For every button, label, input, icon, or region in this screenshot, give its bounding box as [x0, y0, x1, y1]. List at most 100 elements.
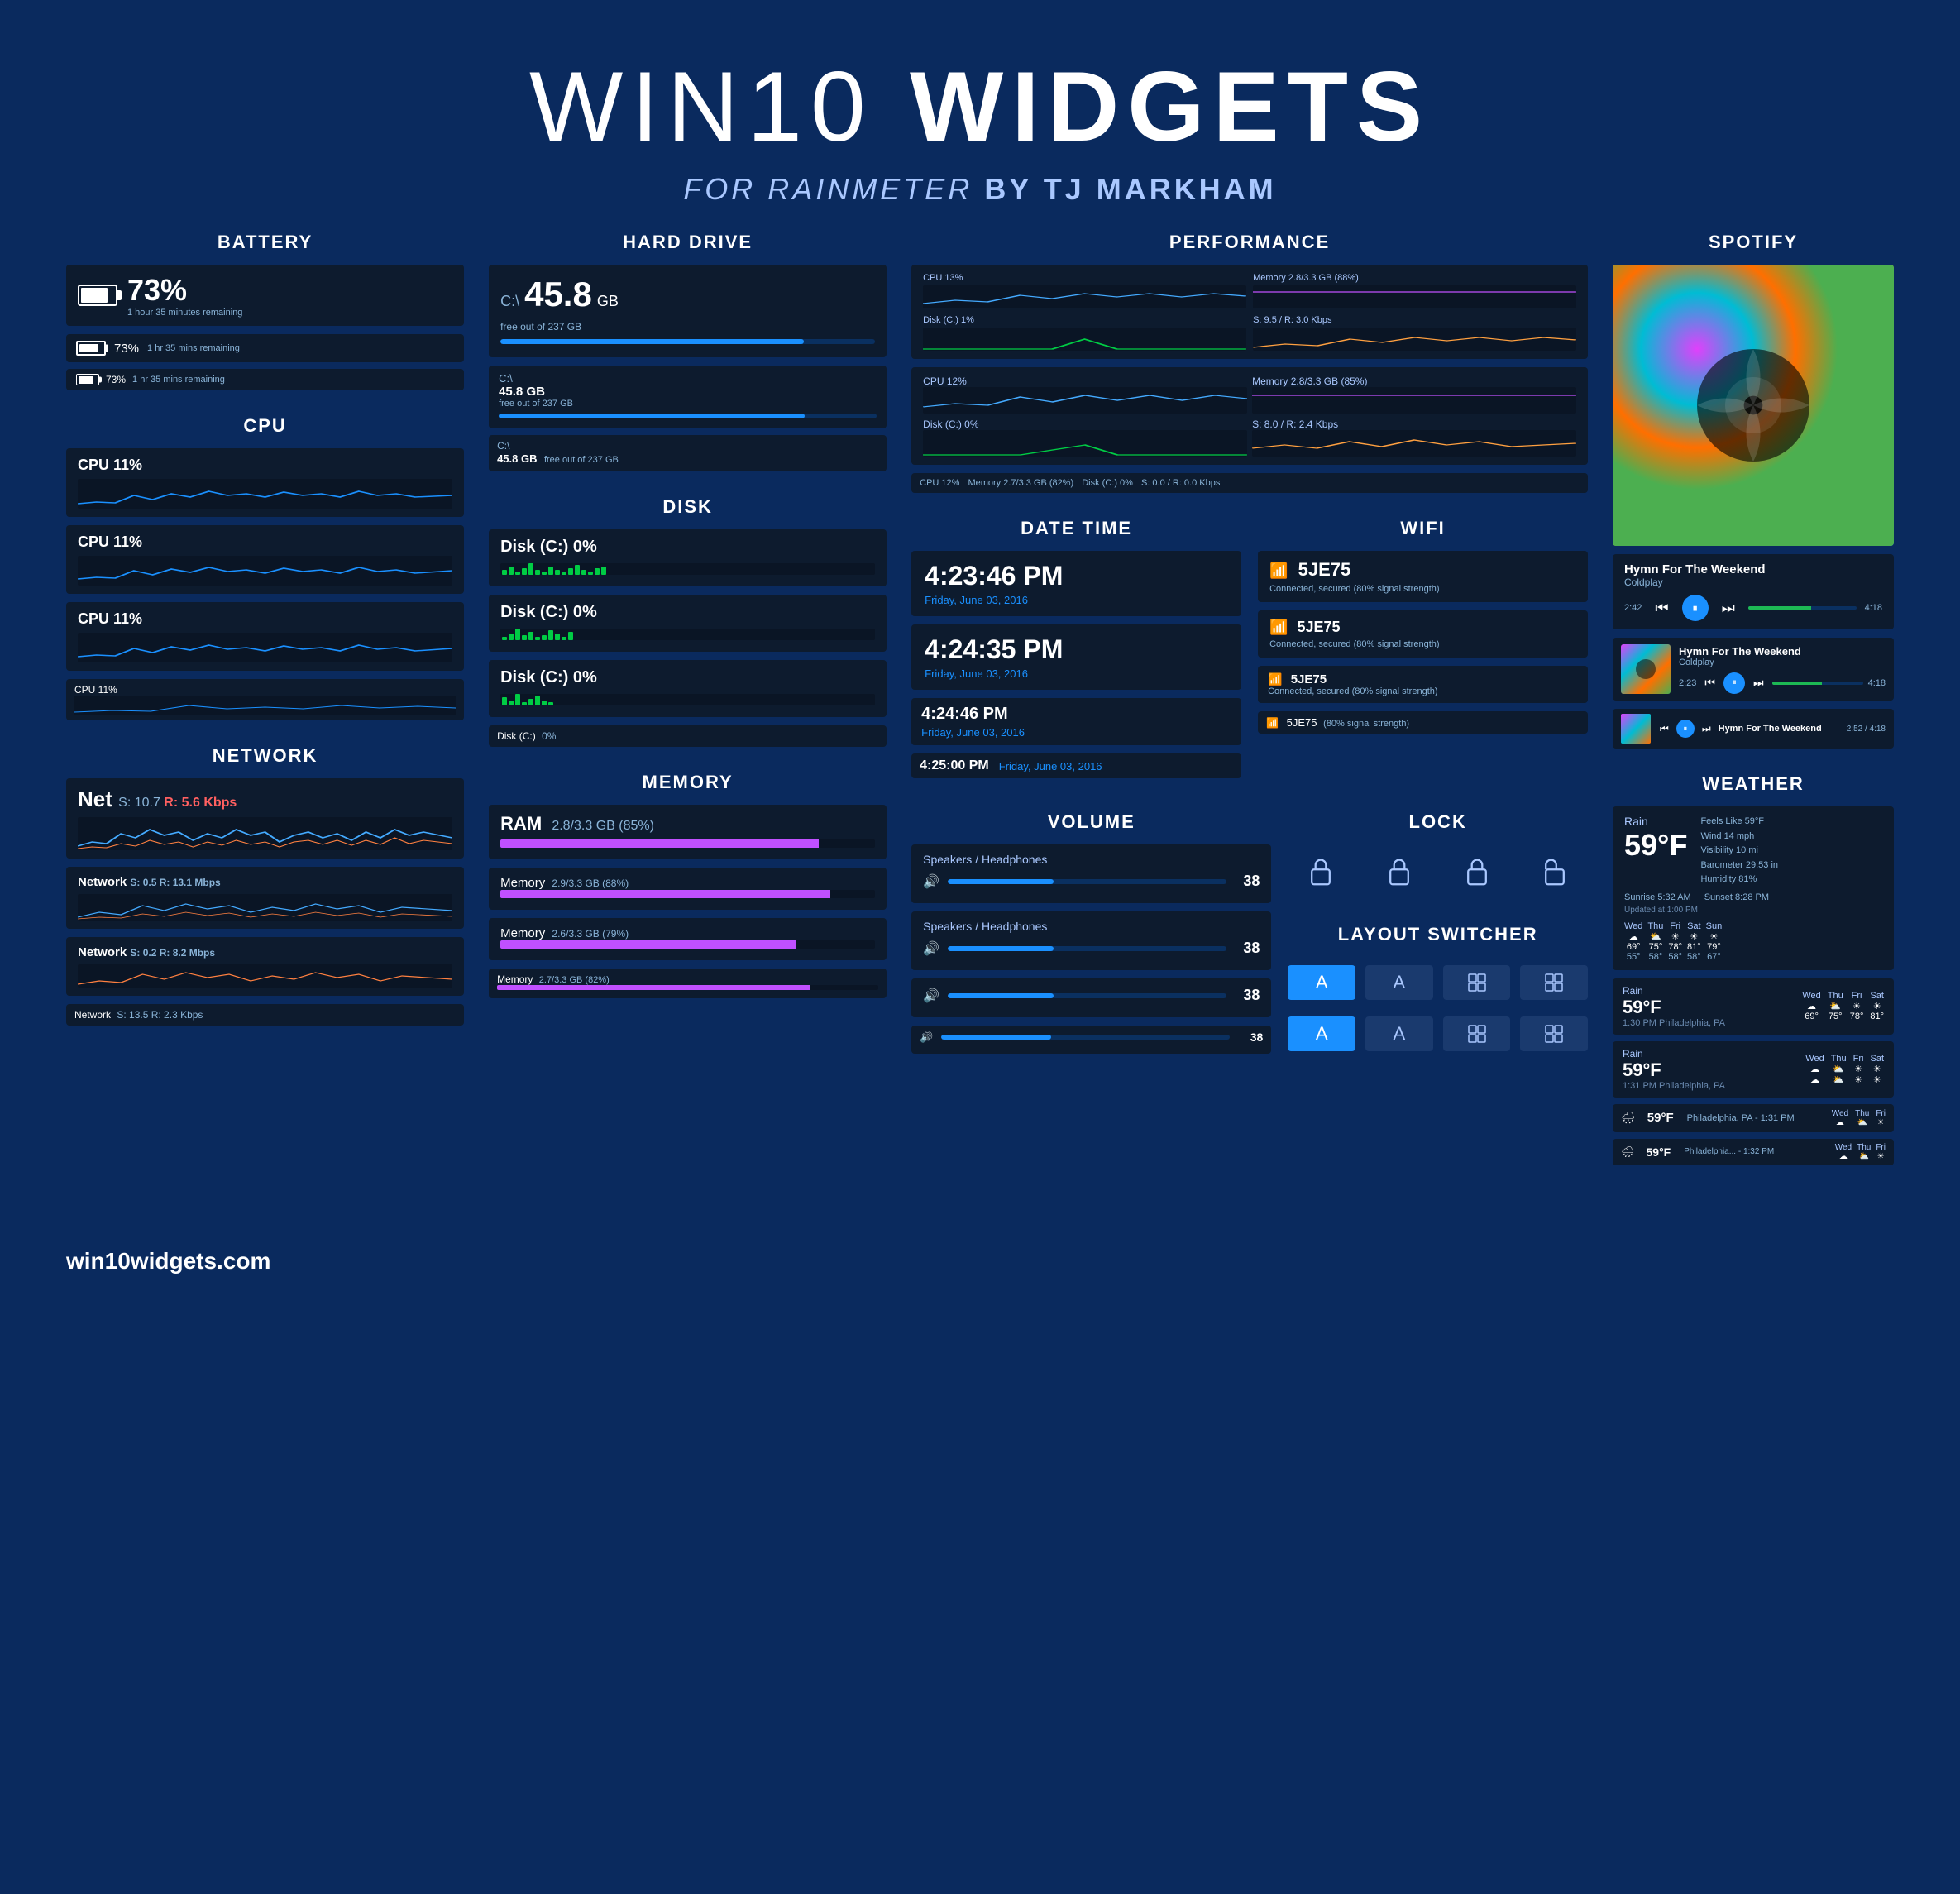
- spotify-prev-1[interactable]: ⏮: [1650, 598, 1673, 619]
- lock-grid: [1288, 844, 1588, 899]
- wifi-ssid-4: 📶 5JE75 (80% signal strength): [1266, 716, 1580, 729]
- dt-box-1: 4:23:46 PM Friday, June 03, 2016: [911, 551, 1241, 616]
- battery-icon-large: [78, 285, 117, 306]
- hd-size-large: 45.8: [524, 275, 592, 314]
- weather-box-4: 🌧 59°F Philadelphia, PA - 1:31 PM Wed☁ T…: [1613, 1104, 1894, 1132]
- spotify-title: SPOTIFY: [1613, 232, 1894, 253]
- vol-box-3: 🔊 38: [911, 978, 1271, 1017]
- layout-icon-3[interactable]: [1443, 965, 1511, 1000]
- vol-box-4: 🔊 38: [911, 1026, 1271, 1054]
- mem-label-4: Memory 2.7/3.3 GB (82%): [497, 973, 878, 985]
- weather-temp-2: 59°F: [1623, 997, 1725, 1018]
- spotify-time2-cur: 2:23: [1679, 678, 1696, 688]
- spotify-prev-2[interactable]: ⏮: [1701, 675, 1719, 691]
- weather-title: WEATHER: [1613, 773, 1894, 795]
- disk-label-4: Disk (C:) 0%: [497, 730, 878, 742]
- wifi-info-1: Connected, secured (80% signal strength): [1269, 584, 1576, 594]
- mem-label-2: Memory 2.9/3.3 GB (88%): [500, 876, 875, 890]
- dt-date-3: Friday, June 03, 2016: [921, 726, 1231, 739]
- disk-label-1: Disk (C:) 0%: [500, 538, 875, 557]
- wifi-icon-2: 📶: [1269, 619, 1288, 636]
- cpu-box-2: CPU 11%: [66, 525, 464, 594]
- spotify-play-3[interactable]: ⏸: [1676, 720, 1695, 738]
- spotify-album-sm: [1621, 644, 1671, 694]
- layout-icon-8[interactable]: [1520, 1016, 1588, 1051]
- disk-box-2: Disk (C:) 0%: [489, 595, 887, 652]
- col-4: SPOTIFY: [1613, 232, 1894, 1190]
- spotify-play-2[interactable]: ⏸: [1723, 672, 1745, 694]
- spotify-next-3[interactable]: ⏭: [1699, 722, 1714, 736]
- layout-icon-7[interactable]: [1443, 1016, 1511, 1051]
- weather-temp-3: 59°F: [1623, 1059, 1725, 1081]
- vol-slider-2[interactable]: [948, 946, 1226, 951]
- spotify-next-1[interactable]: ⏭: [1717, 598, 1740, 619]
- dt-time-3: 4:24:46 PM: [921, 705, 1231, 724]
- spotify-song-3: Hymn For The Weekend: [1719, 724, 1842, 734]
- disk-box-3: Disk (C:) 0%: [489, 660, 887, 717]
- layout-icon-4[interactable]: [1520, 965, 1588, 1000]
- network-box-3: Network S: 0.2 R: 8.2 Mbps: [66, 937, 464, 996]
- main-content: BATTERY 73% 1 hour 35 minutes remaining …: [0, 232, 1960, 1223]
- vol-num-4: 38: [1238, 1031, 1263, 1044]
- perf-box-2: CPU 12% Memory 2.8/3.3 GB (85%): [911, 367, 1588, 465]
- vol-slider-4[interactable]: [941, 1035, 1230, 1040]
- spotify-album-art-large: [1613, 265, 1894, 546]
- lock-icon-1[interactable]: [1288, 853, 1354, 891]
- battery-pct-large: 73%: [127, 273, 187, 307]
- wifi-icon-1: 📶: [1269, 562, 1288, 580]
- datetime-section: DATE TIME 4:23:46 PM Friday, June 03, 20…: [911, 518, 1588, 787]
- disk-box-1: Disk (C:) 0%: [489, 529, 887, 586]
- disk-label-3: Disk (C:) 0%: [500, 668, 875, 687]
- spotify-next-2[interactable]: ⏭: [1750, 675, 1767, 691]
- cpu-box-3: CPU 11%: [66, 602, 464, 671]
- spotify-song-2: Hymn For The Weekend: [1679, 645, 1886, 658]
- layout-icon-1[interactable]: A: [1288, 965, 1355, 1000]
- spotify-prev-3[interactable]: ⏮: [1657, 722, 1671, 736]
- layout-icon-6[interactable]: A: [1365, 1016, 1433, 1051]
- disk-bar-2: [500, 629, 875, 640]
- layout-icon-2[interactable]: A: [1365, 965, 1433, 1000]
- wifi-info-2: Connected, secured (80% signal strength): [1269, 639, 1576, 649]
- hd-bar: [500, 339, 875, 344]
- vol-slider-1[interactable]: [948, 879, 1226, 884]
- battery-pct-sm: 73%: [106, 374, 126, 385]
- cpu-box-4: CPU 11%: [66, 679, 464, 720]
- mem-box-4: Memory 2.7/3.3 GB (82%): [489, 969, 887, 998]
- wifi-box-1: 📶 5JE75 Connected, secured (80% signal s…: [1258, 551, 1588, 602]
- perf-cpu-1: CPU 13%: [923, 273, 1246, 308]
- vol-slider-3[interactable]: [948, 993, 1226, 998]
- main-title: WIN10 WIDGETS: [0, 50, 1960, 164]
- spotify-section: SPOTIFY: [1613, 232, 1894, 749]
- datetime-title: DATE TIME: [911, 518, 1241, 539]
- wifi-ssid-1: 📶 5JE75: [1269, 559, 1576, 581]
- weather-temp-1: 59°F: [1624, 828, 1687, 863]
- cpu-label-4: CPU 11%: [74, 684, 456, 696]
- weather-temp-4: 59°F: [1647, 1111, 1674, 1125]
- spotify-time-cur-1: 2:42: [1624, 603, 1642, 613]
- perf-net-1: S: 9.5 / R: 3.0 Kbps: [1253, 315, 1576, 351]
- lock-icon-4[interactable]: [1522, 853, 1588, 891]
- vol-row-2: 🔊 38: [923, 940, 1260, 957]
- header: WIN10 WIDGETS FOR RAINMETER BY TJ MARKHA…: [0, 0, 1960, 232]
- vol-num-1: 38: [1235, 873, 1260, 890]
- dt-date-4: Friday, June 03, 2016: [999, 760, 1102, 772]
- perf-box-3: CPU 12% Memory 2.7/3.3 GB (82%) Disk (C:…: [911, 473, 1588, 493]
- battery-info-sm: 1 hr 35 mins remaining: [132, 375, 225, 385]
- spotify-play-1[interactable]: ⏸: [1682, 595, 1709, 621]
- mem-bar-1: [500, 839, 875, 848]
- lock-icon-2[interactable]: [1366, 853, 1432, 891]
- hd-bar-fill: [500, 339, 804, 344]
- network-box-1: Net S: 10.7 R: 5.6 Kbps: [66, 778, 464, 859]
- lock-icon-3[interactable]: [1444, 853, 1510, 891]
- battery-small-widget: 73% 1 hr 35 mins remaining: [66, 369, 464, 390]
- lock-section: LOCK: [1288, 811, 1588, 899]
- network-label-3: Network S: 0.2 R: 8.2 Mbps: [78, 945, 452, 959]
- wifi-box-3: 📶 5JE75 Connected, secured (80% signal s…: [1258, 666, 1588, 703]
- spotify-artist-1: Coldplay: [1624, 576, 1766, 588]
- spotify-time-total-1: 4:18: [1865, 603, 1882, 613]
- volume-title: VOLUME: [911, 811, 1271, 833]
- layout-icon-5[interactable]: A: [1288, 1016, 1355, 1051]
- col-1: BATTERY 73% 1 hour 35 minutes remaining …: [66, 232, 464, 1190]
- performance-section: PERFORMANCE CPU 13% Memory 2.8/3.3 GB (8…: [911, 232, 1588, 493]
- spotify-medium-box: Hymn For The Weekend Coldplay 2:23 ⏮ ⏸ ⏭…: [1613, 638, 1894, 701]
